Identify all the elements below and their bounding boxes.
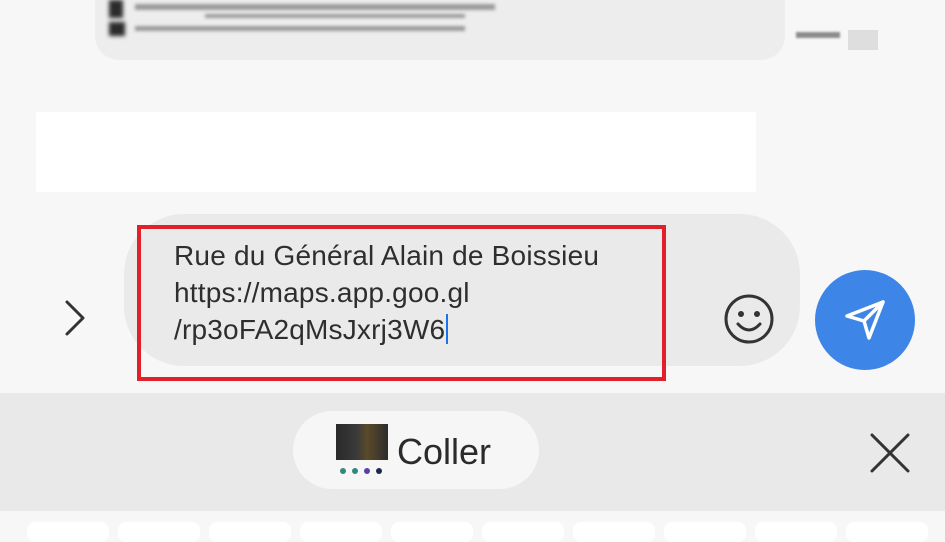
message-timestamp: [796, 32, 840, 38]
sent-message-bubble: [36, 112, 756, 192]
clipboard-thumbnail-image: [336, 424, 388, 460]
thumbnail-dot: [340, 468, 346, 474]
paste-label: Coller: [397, 431, 492, 472]
thumbnail-dot: [352, 468, 358, 474]
send-icon: [845, 300, 885, 340]
message-text: Rue du Général Alain de Boissieu https:/…: [174, 240, 600, 345]
keyboard-key[interactable]: [573, 522, 655, 542]
emoji-button[interactable]: [722, 292, 776, 346]
expand-button[interactable]: [52, 296, 96, 340]
thumbnail-dot: [364, 468, 370, 474]
message-status-indicator: [848, 30, 878, 50]
chevron-right-icon: [65, 300, 85, 336]
keyboard-key[interactable]: [755, 522, 837, 542]
close-icon: [870, 433, 910, 473]
keyboard-key[interactable]: [118, 522, 200, 542]
received-message-bubble: [95, 0, 785, 60]
send-button[interactable]: [815, 270, 915, 370]
text-caret: [446, 314, 449, 344]
clipboard-thumbnail: [336, 424, 388, 476]
keyboard-key[interactable]: [846, 522, 928, 542]
thumbnail-dot: [376, 468, 382, 474]
message-input-text[interactable]: Rue du Général Alain de Boissieu https:/…: [174, 237, 654, 348]
keyboard-key[interactable]: [664, 522, 746, 542]
keyboard-key[interactable]: [391, 522, 473, 542]
smiley-icon: [724, 294, 774, 344]
keyboard-key[interactable]: [482, 522, 564, 542]
keyboard-key[interactable]: [300, 522, 382, 542]
close-clipboard-button[interactable]: [862, 425, 918, 481]
keyboard-key[interactable]: [209, 522, 291, 542]
keyboard-key[interactable]: [27, 522, 109, 542]
